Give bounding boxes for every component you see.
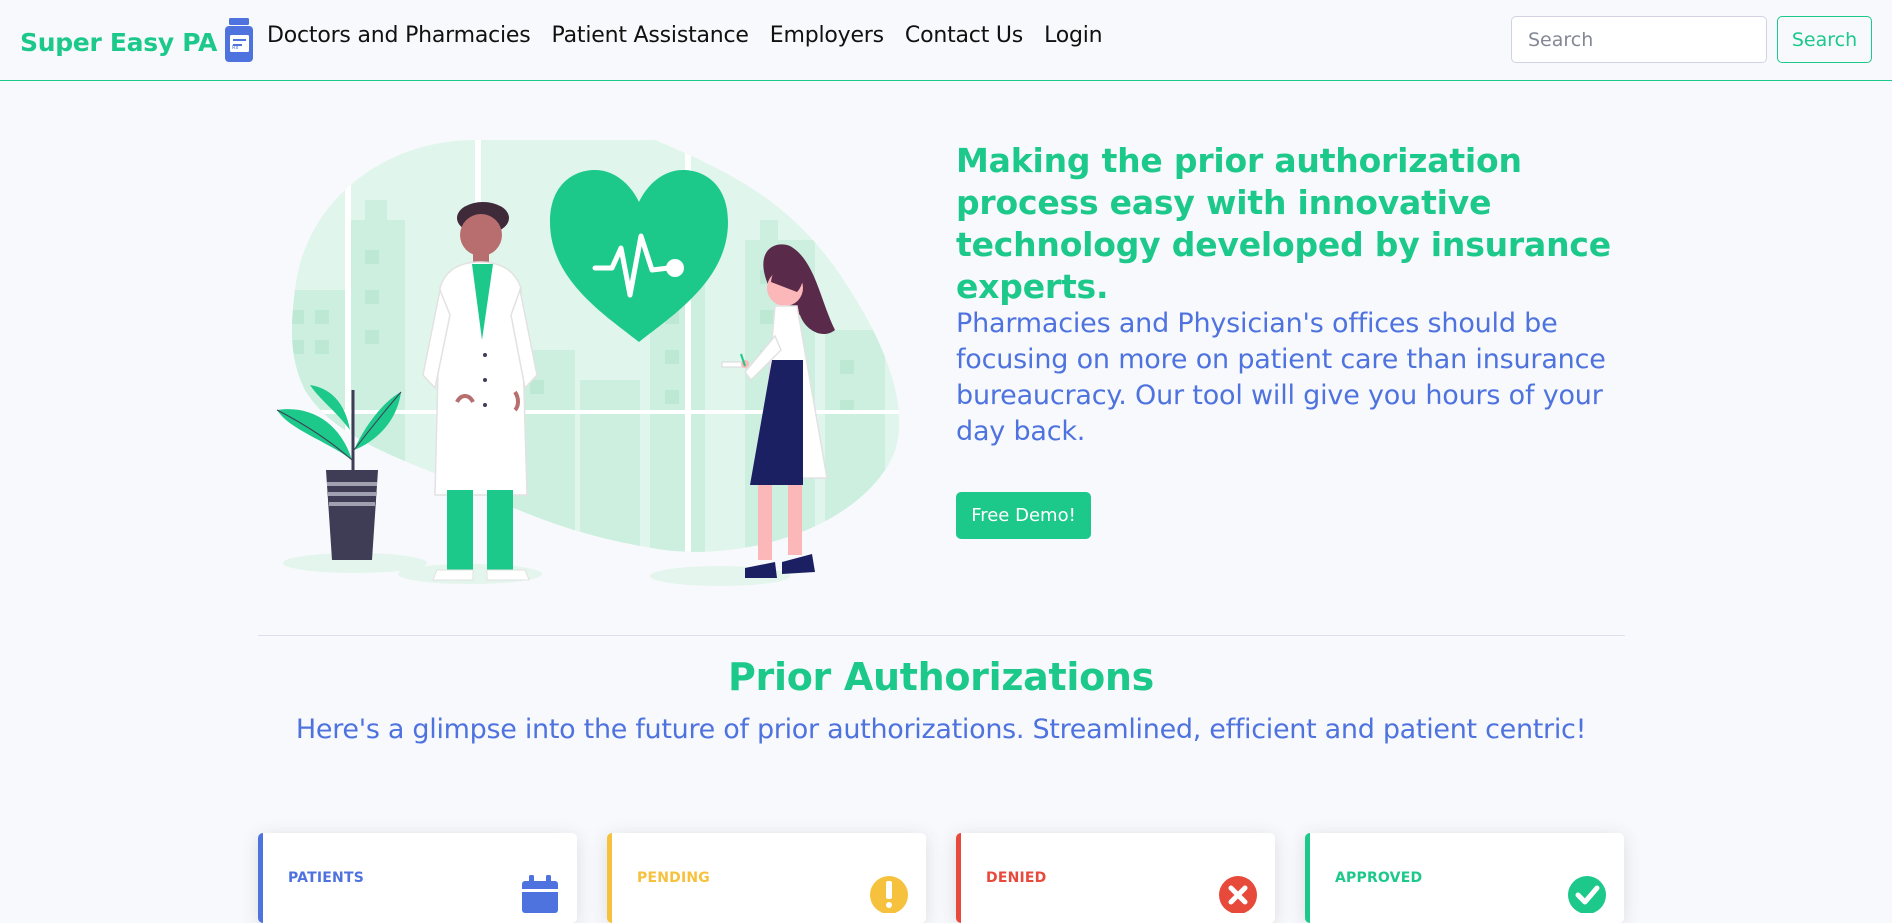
nav-link-contact-us[interactable]: Contact Us	[905, 23, 1023, 48]
nav-link-doctors-pharmacies[interactable]: Doctors and Pharmacies	[267, 23, 531, 48]
hero-headline: Making the prior authorization process e…	[956, 141, 1611, 306]
brand-link[interactable]: Super Easy PA Rx	[20, 18, 253, 64]
exclamation-icon	[870, 876, 908, 913]
section-subtitle: Here's a glimpse into the future of prio…	[295, 714, 1587, 745]
nav-link-employers[interactable]: Employers	[770, 23, 884, 48]
pill-bottle-icon: Rx	[225, 18, 253, 62]
doctors-heart-illustration	[276, 140, 900, 586]
search-button[interactable]: Search	[1777, 16, 1872, 63]
nav-links: Doctors and Pharmacies Patient Assistanc…	[267, 23, 1123, 48]
check-circle-icon	[1568, 876, 1606, 913]
nav-link-patient-assistance[interactable]: Patient Assistance	[552, 23, 749, 48]
card-label: Approved	[1335, 870, 1423, 886]
navbar: Super Easy PA Rx Doctors and Pharmacies …	[0, 0, 1892, 81]
times-circle-icon	[1219, 876, 1257, 913]
patients-card: Patients	[258, 833, 577, 923]
card-label: Patients	[288, 870, 364, 886]
approved-card: Approved	[1305, 833, 1624, 923]
pending-card: Pending	[607, 833, 926, 923]
card-label: Denied	[986, 870, 1047, 886]
free-demo-button[interactable]: Free Demo!	[956, 492, 1091, 539]
calendar-icon	[522, 875, 558, 913]
potted-plant	[276, 385, 402, 560]
hero-subtext: Pharmacies and Physician's offices shoul…	[956, 308, 1606, 447]
svg-text:Rx: Rx	[232, 45, 238, 51]
section-title: Prior Authorizations	[728, 655, 1154, 699]
section-divider	[258, 635, 1625, 636]
brand-name: Super Easy PA	[20, 27, 217, 57]
search-input[interactable]	[1511, 16, 1767, 63]
card-label: Pending	[637, 870, 710, 886]
nav-link-login[interactable]: Login	[1044, 23, 1103, 48]
denied-card: Denied	[956, 833, 1275, 923]
